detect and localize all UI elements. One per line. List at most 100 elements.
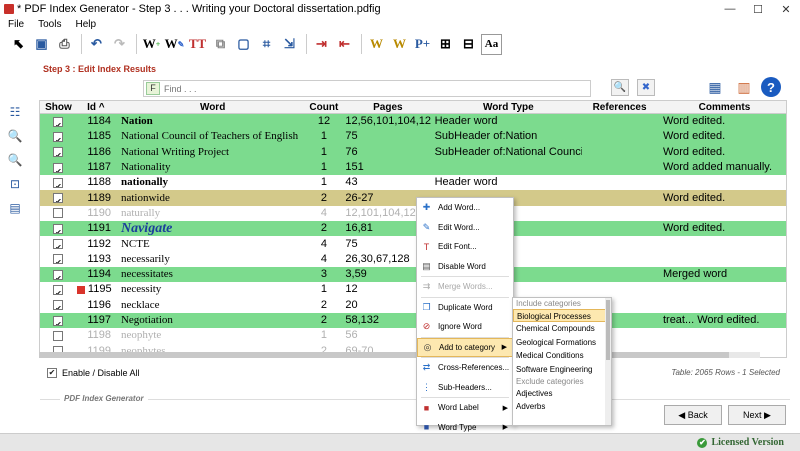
- category-item[interactable]: Chemical Compounds: [513, 322, 611, 335]
- merge-toolbar-icon[interactable]: ⧉: [210, 34, 231, 55]
- table-row[interactable]: ✔ 1188 nationally 1 43 Header word: [40, 175, 786, 190]
- exclude-category-item[interactable]: Adverbs: [513, 400, 611, 413]
- show-checkbox[interactable]: ✔: [53, 315, 64, 326]
- search-button[interactable]: 🔍: [611, 79, 629, 96]
- show-checkbox[interactable]: ✔: [53, 284, 64, 295]
- show-checkbox[interactable]: ✔: [53, 269, 64, 280]
- filter-icon[interactable]: F: [146, 82, 160, 95]
- menu-item-word-type[interactable]: ■ Word Type ▶: [417, 418, 513, 438]
- enable-all[interactable]: ✔ Enable / Disable All: [47, 368, 140, 378]
- table-row[interactable]: ✔ 1197 Negotiation 2 58,132 treat... Word edi…: [40, 312, 786, 329]
- col-pages[interactable]: Pages: [343, 101, 430, 113]
- page-layout-icon[interactable]: ▤: [6, 199, 24, 217]
- menu-tools[interactable]: Tools: [38, 19, 61, 30]
- export-toolbar-icon[interactable]: ⇤: [334, 34, 355, 55]
- show-checkbox[interactable]: ✔: [53, 116, 64, 127]
- table-row[interactable]: ✔ 1185 National Council of Teachers of Eng…: [40, 129, 786, 145]
- font-toolbar-icon[interactable]: TT: [187, 34, 208, 55]
- save-icon[interactable]: ▣: [31, 34, 52, 55]
- show-checkbox[interactable]: ✔: [53, 162, 64, 173]
- maximize-button[interactable]: ☐: [744, 0, 772, 18]
- col-count[interactable]: Count: [304, 101, 343, 113]
- import-toolbar-icon[interactable]: ⇥: [311, 34, 332, 55]
- show-checkbox[interactable]: ✔: [53, 223, 64, 234]
- category-item[interactable]: Software Engineering: [513, 363, 611, 376]
- table-row[interactable]: 1190 naturally 4 12,101,104,124: [40, 206, 786, 221]
- category-item[interactable]: Geological Formations: [513, 336, 611, 349]
- category-item[interactable]: Biological Processes: [513, 309, 611, 323]
- add-word-toolbar-icon[interactable]: W +: [141, 34, 162, 55]
- zoom-out-icon[interactable]: 🔍: [6, 151, 24, 169]
- menu-item-edit-word[interactable]: ✎ Edit Word...: [417, 218, 513, 238]
- show-checkbox[interactable]: ✔: [53, 239, 64, 250]
- table-row[interactable]: ✔ 1192 NCTE 4 75: [40, 236, 786, 251]
- menu-item-sub-headers[interactable]: ⋮ Sub-Headers...: [417, 378, 513, 398]
- list-view-icon[interactable]: ☷: [6, 103, 24, 121]
- col-show[interactable]: Show: [40, 101, 77, 113]
- col-word[interactable]: Word: [115, 101, 305, 113]
- show-checkbox[interactable]: ✔: [53, 131, 64, 142]
- case-icon[interactable]: Aa: [481, 33, 502, 55]
- search-input[interactable]: [164, 83, 584, 94]
- paragraph-plus-icon[interactable]: P+: [412, 34, 433, 55]
- enable-all-checkbox[interactable]: ✔: [47, 368, 57, 378]
- exclude-category-item[interactable]: Adjectives: [513, 387, 611, 400]
- help-icon[interactable]: ?: [760, 76, 782, 98]
- submenu-scrollbar[interactable]: [605, 298, 611, 425]
- table-row[interactable]: ✔ 1196 necklace 2 20: [40, 298, 786, 313]
- col-comments[interactable]: Comments: [657, 101, 786, 113]
- books-icon[interactable]: ▥: [733, 76, 755, 98]
- print-icon[interactable]: ⎙: [54, 34, 75, 55]
- clear-search-button[interactable]: ✖: [637, 79, 655, 96]
- move-toolbar-icon[interactable]: ⇲: [279, 34, 300, 55]
- collapse-icon[interactable]: ⊟: [458, 34, 479, 55]
- show-checkbox[interactable]: ✔: [53, 300, 64, 311]
- table-row[interactable]: 1198 neophyte 1 56: [40, 328, 786, 343]
- select-tool-icon[interactable]: ⬉: [8, 34, 29, 55]
- table-row[interactable]: ✔ 1184 Nation 12 12,56,101,104,124 Header wor…: [40, 114, 786, 130]
- scroll-thumb[interactable]: [39, 352, 729, 358]
- table-row[interactable]: ✔ 1194 necessitates 3 3,59 Merged word: [40, 266, 786, 283]
- col-id[interactable]: Id ^: [77, 101, 115, 113]
- show-checkbox[interactable]: ✔: [53, 177, 64, 188]
- table-row[interactable]: ✔ 1191 Navigate 2 16,81 Word edited.: [40, 221, 786, 237]
- table-row[interactable]: ✔ 1187 Nationality 1 151 Word added manually.: [40, 159, 786, 176]
- submenu-scroll-thumb[interactable]: [606, 300, 610, 360]
- menu-item-add-to-category[interactable]: ◎ Add to category ▶: [417, 337, 513, 357]
- show-checkbox[interactable]: [53, 208, 64, 219]
- show-checkbox[interactable]: ✔: [53, 254, 64, 265]
- table-view-icon[interactable]: ▦: [704, 76, 726, 98]
- menu-item-add-word[interactable]: ✚ Add Word...: [417, 198, 513, 218]
- page-insert-icon[interactable]: ⊡: [6, 175, 24, 193]
- table-row[interactable]: ✔ 1186 National Writing Project 1 76 SubHeade…: [40, 144, 786, 160]
- edit-word-toolbar-icon[interactable]: W ✎: [164, 34, 185, 55]
- redo-icon[interactable]: ↷: [109, 34, 130, 55]
- menu-item-ignore-word[interactable]: ⊘ Ignore Word: [417, 317, 513, 337]
- menu-item-edit-font[interactable]: T Edit Font...: [417, 237, 513, 257]
- duplicate-toolbar-icon[interactable]: ▢: [233, 34, 254, 55]
- table-row[interactable]: ✔ 1189 nationwide 2 26-27 Word edited.: [40, 190, 786, 206]
- show-checkbox[interactable]: [53, 330, 64, 341]
- undo-icon[interactable]: ↶: [86, 34, 107, 55]
- menu-item-disable-word[interactable]: ▤ Disable Word: [417, 257, 513, 277]
- award-w-icon[interactable]: W: [366, 34, 387, 55]
- col-references[interactable]: References: [582, 101, 657, 113]
- show-checkbox[interactable]: ✔: [53, 193, 64, 204]
- col-word-type[interactable]: Word Type: [430, 101, 582, 113]
- menu-item-cross-references[interactable]: ⇄ Cross-References...: [417, 358, 513, 378]
- menu-item-duplicate-word[interactable]: ❐ Duplicate Word: [417, 298, 513, 318]
- menu-help[interactable]: Help: [75, 19, 96, 30]
- show-checkbox[interactable]: ✔: [53, 147, 64, 158]
- menu-item-merge-words[interactable]: ⇉ Merge Words...: [417, 277, 513, 297]
- category-item[interactable]: Medical Conditions: [513, 349, 611, 362]
- minimize-button[interactable]: —: [716, 0, 744, 18]
- award-w2-icon[interactable]: W: [389, 34, 410, 55]
- zoom-in-icon[interactable]: 🔍: [6, 127, 24, 145]
- close-button[interactable]: ✕: [772, 0, 800, 18]
- crop-toolbar-icon[interactable]: ⌗: [256, 34, 277, 55]
- menu-file[interactable]: File: [8, 19, 24, 30]
- back-button[interactable]: ◀ Back: [664, 405, 722, 425]
- table-row[interactable]: ✔ 1193 necessarily 4 26,30,67,128: [40, 252, 786, 267]
- menu-item-word-label[interactable]: ■ Word Label ▶: [417, 398, 513, 418]
- expand-icon[interactable]: ⊞: [435, 34, 456, 55]
